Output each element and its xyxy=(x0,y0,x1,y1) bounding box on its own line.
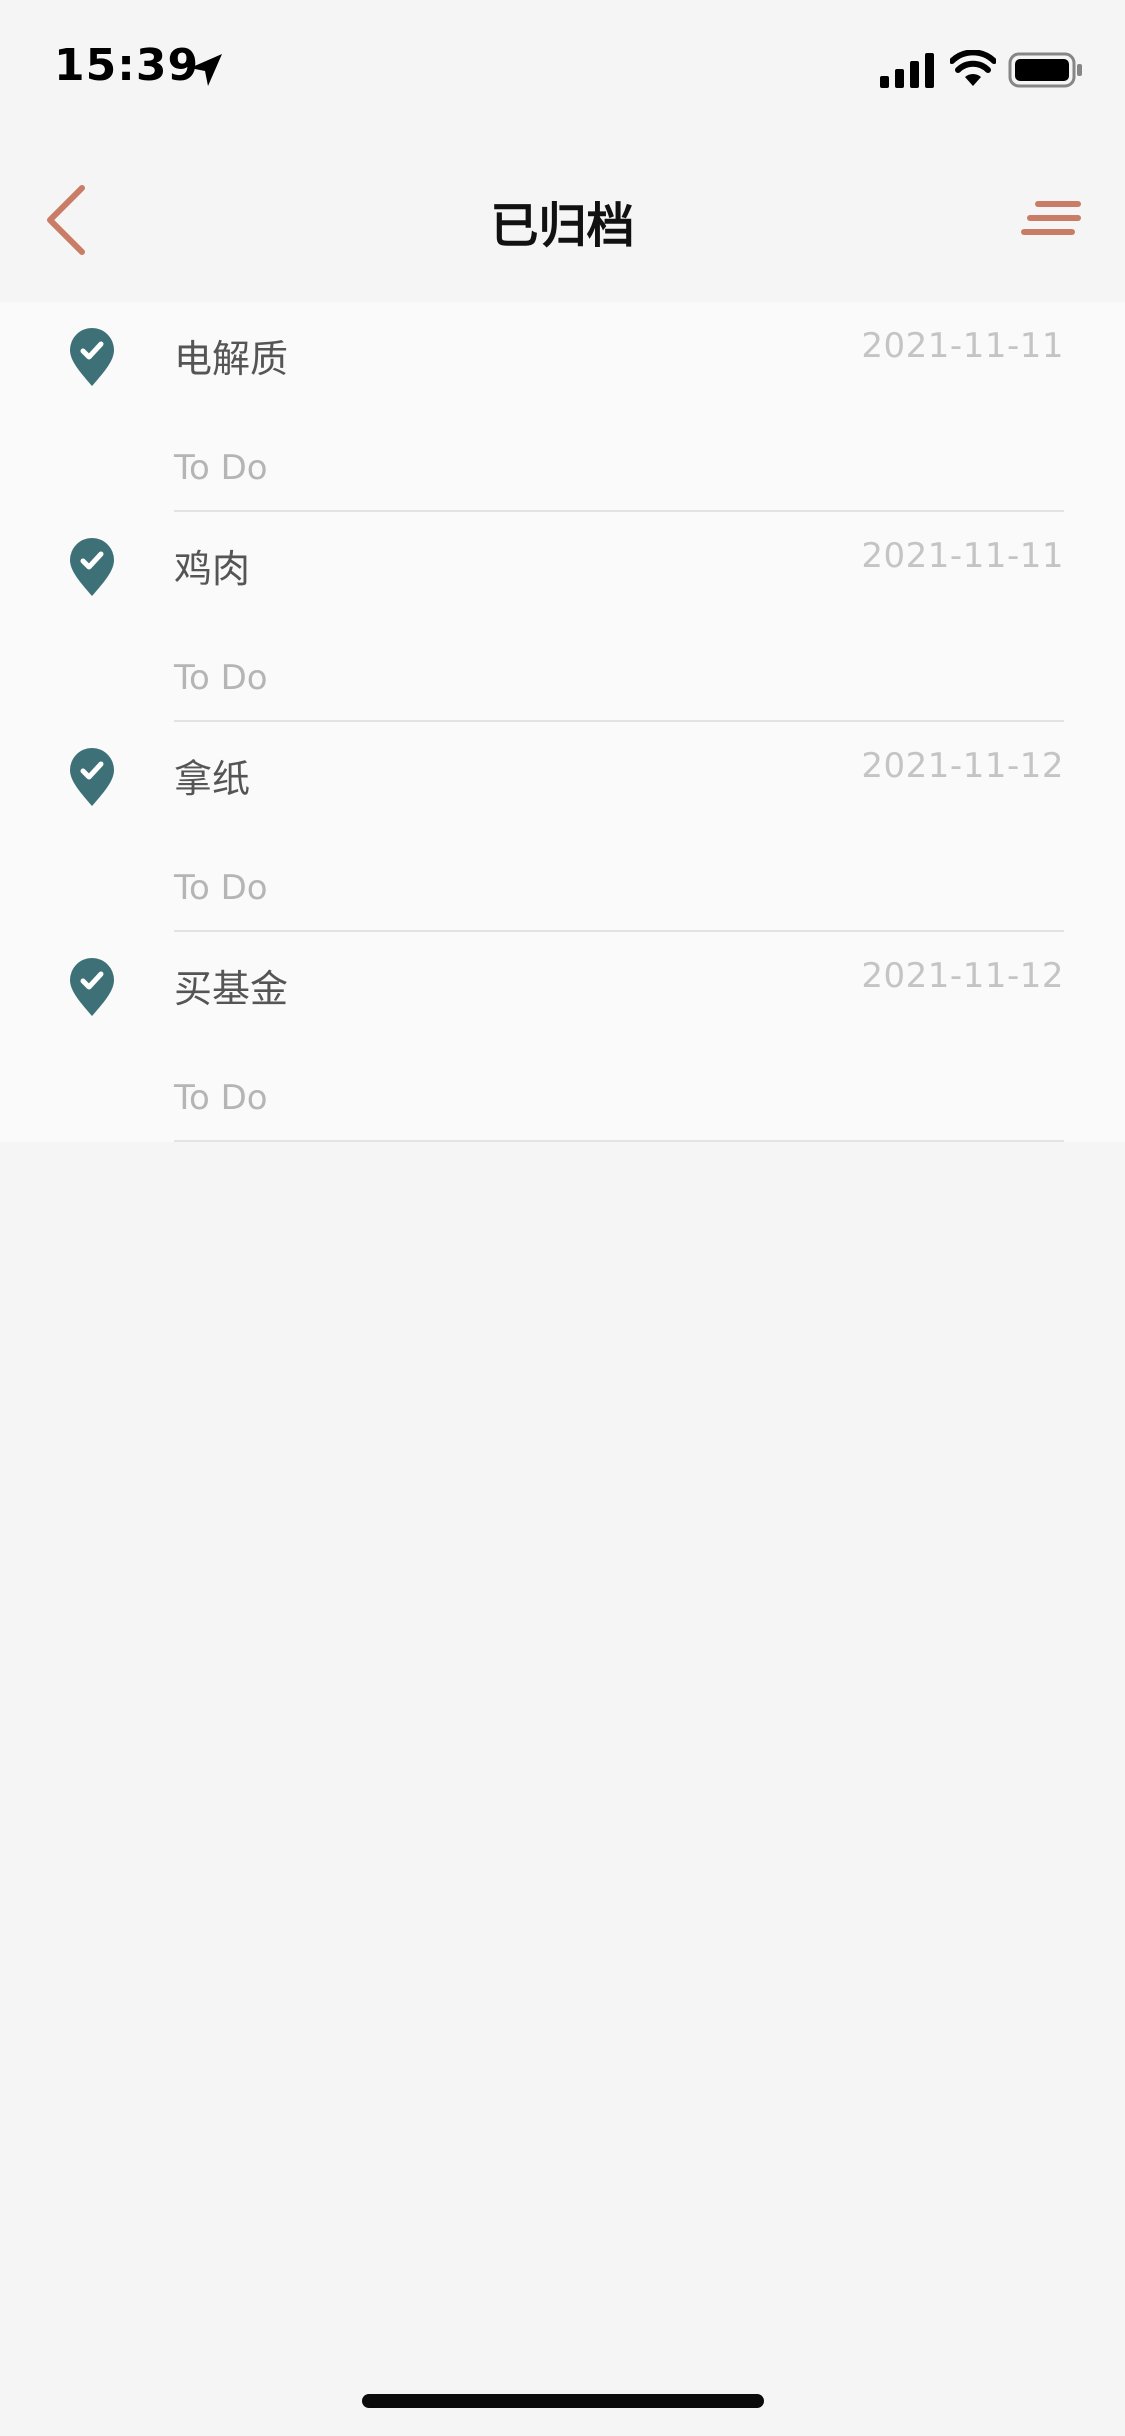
item-date: 2021-11-11 xyxy=(861,536,1064,576)
home-indicator[interactable] xyxy=(362,2394,764,2408)
check-pin-icon[interactable] xyxy=(68,326,116,388)
item-date: 2021-11-12 xyxy=(861,956,1064,996)
divider xyxy=(174,1140,1064,1142)
status-bar: 15:39 xyxy=(0,0,1125,132)
item-subtitle: To Do xyxy=(174,1078,268,1118)
item-title: 拿纸 xyxy=(174,757,251,801)
check-pin-icon[interactable] xyxy=(68,746,116,808)
list-item[interactable]: 拿纸 2021-11-12 To Do xyxy=(0,722,1125,932)
battery-icon xyxy=(1008,52,1082,88)
cellular-signal-icon xyxy=(880,53,934,88)
wifi-icon xyxy=(950,50,996,86)
item-subtitle: To Do xyxy=(174,448,268,488)
location-arrow-icon xyxy=(190,54,222,86)
check-pin-icon[interactable] xyxy=(68,956,116,1018)
item-title: 电解质 xyxy=(174,337,289,381)
item-date: 2021-11-11 xyxy=(861,326,1064,366)
page-title: 已归档 xyxy=(490,198,635,254)
item-subtitle: To Do xyxy=(174,868,268,908)
list-item[interactable]: 电解质 2021-11-11 To Do xyxy=(0,302,1125,512)
item-title: 买基金 xyxy=(174,967,289,1011)
item-subtitle: To Do xyxy=(174,658,268,698)
list-item[interactable]: 买基金 2021-11-12 To Do xyxy=(0,932,1125,1142)
archived-list: 电解质 2021-11-11 To Do 鸡肉 2021-11-11 To Do… xyxy=(0,302,1125,1142)
list-item[interactable]: 鸡肉 2021-11-11 To Do xyxy=(0,512,1125,722)
status-time: 15:39 xyxy=(54,40,200,91)
nav-bar: 已归档 xyxy=(0,132,1125,302)
check-pin-icon[interactable] xyxy=(68,536,116,598)
item-title: 鸡肉 xyxy=(174,547,251,591)
item-date: 2021-11-12 xyxy=(861,746,1064,786)
sort-menu-icon[interactable] xyxy=(1020,198,1084,244)
